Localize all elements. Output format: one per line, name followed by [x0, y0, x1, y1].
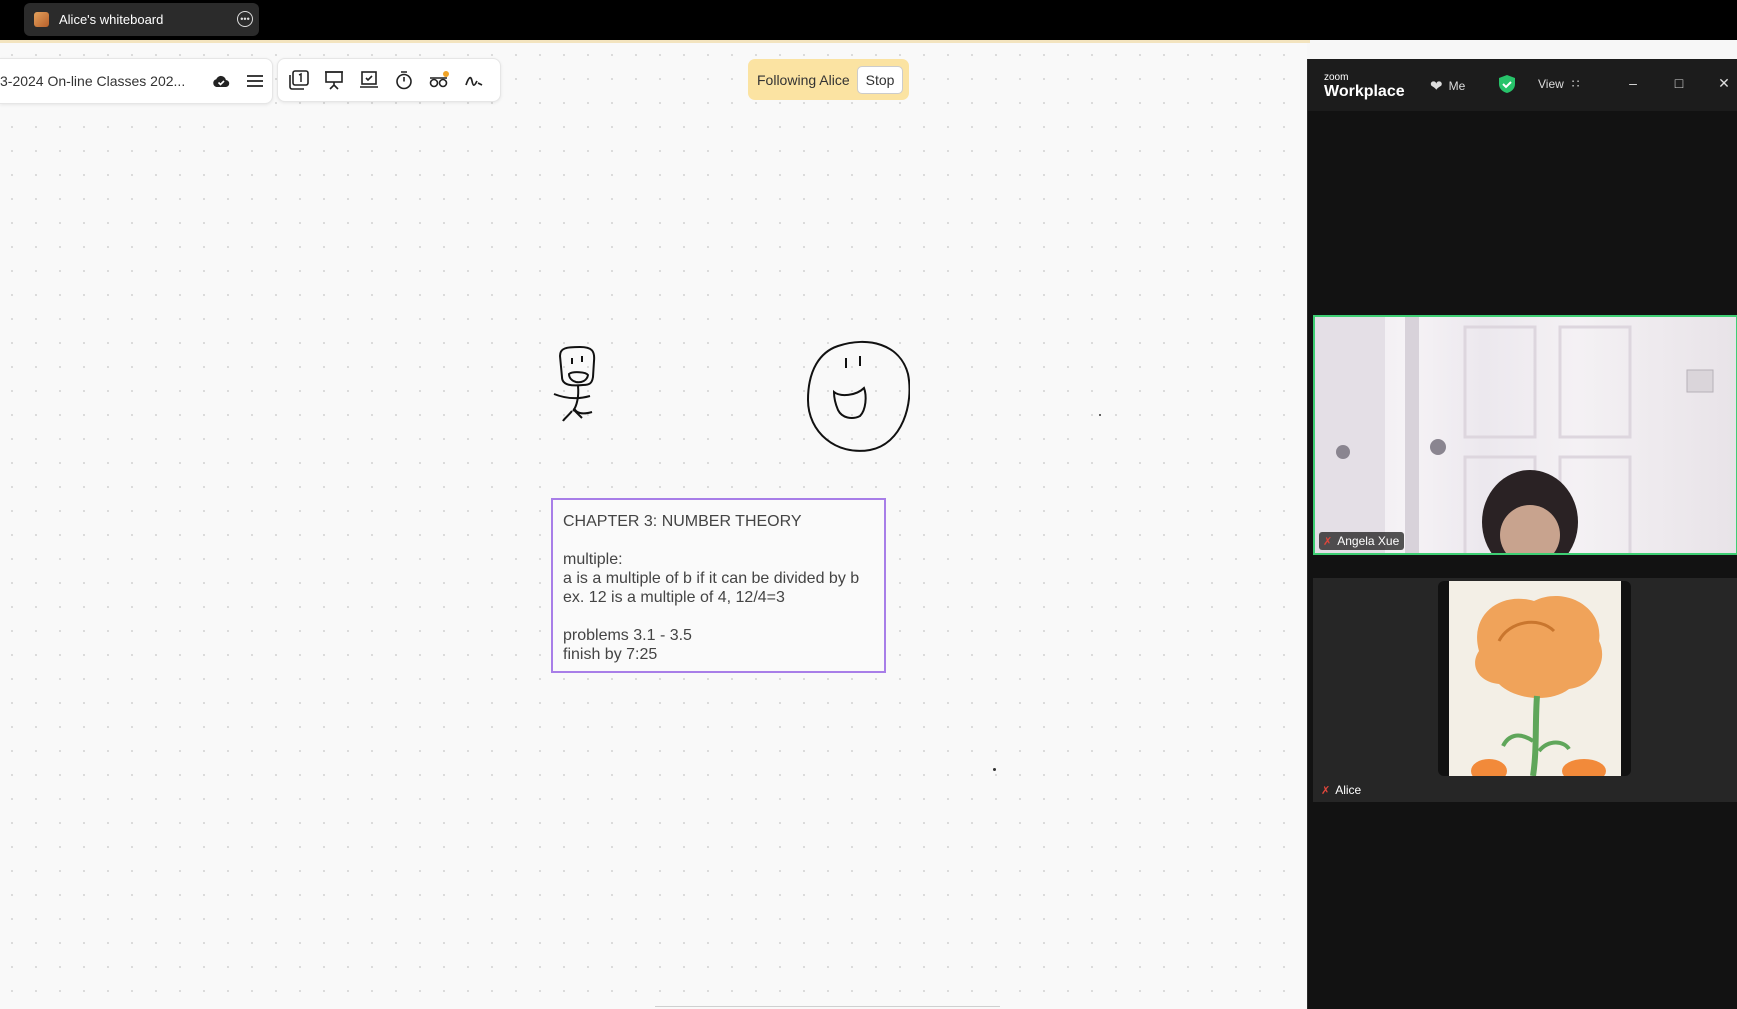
pages-icon[interactable]: [288, 69, 310, 91]
meeting-label: Me: [1448, 79, 1466, 93]
participants-icon: ❤: [1430, 78, 1443, 95]
note-title: CHAPTER 3: NUMBER THEORY: [563, 513, 802, 530]
whiteboard-tab[interactable]: Alice's whiteboard •••: [24, 3, 259, 36]
view-button[interactable]: View ∷: [1538, 77, 1579, 91]
board-toolbar: 3-2024 On-line Classes 202...: [0, 58, 273, 104]
participant-name-label: ✗ Alice: [1317, 781, 1366, 799]
note-spacer: [563, 531, 874, 550]
note-spacer: [563, 607, 874, 626]
more-options-icon[interactable]: •••: [237, 11, 253, 27]
zoom-logo-small: zoom: [1324, 72, 1349, 83]
alice-avatar-paper: [1449, 581, 1621, 776]
maximize-icon[interactable]: □: [1669, 75, 1689, 91]
security-shield-icon[interactable]: [1498, 74, 1516, 94]
smiley-face-drawing[interactable]: [800, 338, 910, 458]
note-line: multiple:: [563, 551, 623, 568]
canvas-scroll-indicator: [655, 1006, 1000, 1007]
share-board-icon[interactable]: [358, 69, 380, 91]
zoom-header: zoom Workplace ❤ Me View ∷ – □ ✕: [1308, 59, 1737, 111]
mic-muted-icon: ✗: [1321, 784, 1331, 797]
pen-icon[interactable]: [463, 69, 485, 91]
note-line: a is a multiple of b if it can be divide…: [563, 570, 860, 587]
meeting-button[interactable]: ❤ Me: [1430, 77, 1465, 95]
timer-icon[interactable]: [393, 69, 415, 91]
stick-figure-drawing[interactable]: [552, 346, 612, 442]
stray-dot: [1099, 414, 1101, 416]
title-bar: Alice's whiteboard •••: [0, 0, 1737, 40]
board-name[interactable]: 3-2024 On-line Classes 202...: [0, 73, 198, 89]
menu-icon[interactable]: [244, 70, 266, 92]
zoom-window: zoom Workplace ❤ Me View ∷ – □ ✕ ✗ Angel…: [1307, 59, 1737, 1009]
zoom-logo: zoom Workplace: [1324, 73, 1405, 100]
video-tile-alice[interactable]: ✗ Alice: [1313, 578, 1737, 802]
following-banner: Following Alice Stop: [748, 59, 909, 100]
alice-avatar: [1438, 581, 1631, 776]
note-line: ex. 12 is a multiple of 4, 12/4=3: [563, 589, 785, 606]
flower-painting: [1471, 595, 1606, 776]
view-label: View: [1538, 77, 1564, 91]
stop-following-button[interactable]: Stop: [856, 65, 904, 94]
angela-video-feed: [1315, 317, 1714, 553]
close-icon[interactable]: ✕: [1714, 75, 1734, 92]
board-tools: [277, 58, 501, 102]
grid-icon: ∷: [1571, 77, 1580, 91]
present-icon[interactable]: [323, 69, 345, 91]
cloud-sync-icon[interactable]: [210, 70, 232, 92]
video-tile-angela[interactable]: ✗ Angela Xue: [1313, 315, 1737, 555]
participant-name: Alice: [1335, 783, 1362, 797]
minimize-icon[interactable]: –: [1623, 75, 1643, 91]
zoom-logo-large: Workplace: [1324, 83, 1405, 100]
apps-icon[interactable]: [428, 69, 450, 91]
following-text: Following Alice: [757, 71, 850, 88]
mic-muted-icon: ✗: [1323, 535, 1333, 548]
chapter-note[interactable]: CHAPTER 3: NUMBER THEORY multiple: a is …: [551, 498, 886, 673]
stray-dot: [993, 768, 996, 771]
tab-title: Alice's whiteboard: [59, 12, 164, 27]
whiteboard-favicon-icon: [34, 12, 49, 27]
note-line: finish by 7:25: [563, 646, 658, 663]
participant-name: Angela Xue: [1337, 534, 1400, 548]
participant-name-label: ✗ Angela Xue: [1319, 532, 1405, 550]
note-line: problems 3.1 - 3.5: [563, 627, 692, 644]
